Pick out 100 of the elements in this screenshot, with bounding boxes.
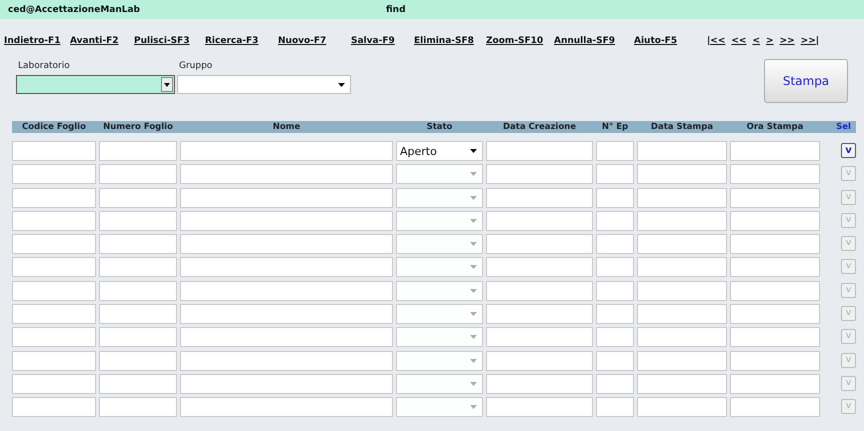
toolbar-link[interactable]: Pulisci-SF3 <box>134 36 205 46</box>
input-field[interactable] <box>180 234 393 254</box>
input-field[interactable] <box>730 374 820 394</box>
input-field[interactable] <box>730 210 820 231</box>
input-field[interactable] <box>12 164 96 184</box>
status-select[interactable] <box>396 374 483 394</box>
filter-select[interactable] <box>16 75 175 94</box>
toolbar-link[interactable]: Zoom-SF10 <box>486 36 554 46</box>
input-field[interactable] <box>596 210 634 231</box>
select-button[interactable]: v <box>841 143 856 158</box>
input-field[interactable] <box>99 280 177 301</box>
input-field[interactable] <box>180 210 393 231</box>
input-field[interactable] <box>12 257 96 278</box>
navigation-link[interactable]: >>| <box>800 36 820 46</box>
input-field[interactable] <box>12 397 96 418</box>
toolbar-link[interactable]: Indietro-F1 <box>4 36 70 46</box>
status-select[interactable] <box>396 304 483 324</box>
input-field[interactable] <box>180 141 393 161</box>
input-field[interactable] <box>730 141 820 161</box>
input-field[interactable] <box>486 280 593 301</box>
input-field[interactable] <box>12 350 96 371</box>
input-field[interactable] <box>180 374 393 394</box>
input-field[interactable] <box>180 397 393 418</box>
input-field[interactable] <box>730 257 820 278</box>
input-field[interactable] <box>486 164 593 184</box>
input-field[interactable] <box>12 188 96 208</box>
input-field[interactable] <box>730 280 820 301</box>
input-field[interactable] <box>596 397 634 418</box>
status-select[interactable] <box>396 210 483 231</box>
print-button[interactable]: Stampa <box>764 59 848 103</box>
input-field[interactable] <box>730 397 820 418</box>
input-field[interactable] <box>12 141 96 161</box>
input-field[interactable] <box>637 164 727 184</box>
status-select[interactable] <box>396 188 483 208</box>
input-field[interactable] <box>486 188 593 208</box>
input-field[interactable] <box>180 304 393 324</box>
status-select[interactable] <box>396 327 483 348</box>
input-field[interactable] <box>180 164 393 184</box>
toolbar-link[interactable]: Avanti-F2 <box>70 36 134 46</box>
navigation-link[interactable]: < <box>752 36 760 46</box>
status-select[interactable] <box>396 164 483 184</box>
input-field[interactable] <box>12 327 96 348</box>
input-field[interactable] <box>99 210 177 231</box>
input-field[interactable] <box>99 141 177 161</box>
toolbar-link[interactable]: Ricerca-F3 <box>205 36 278 46</box>
input-field[interactable] <box>730 350 820 371</box>
input-field[interactable] <box>12 304 96 324</box>
input-field[interactable] <box>596 280 634 301</box>
input-field[interactable] <box>486 350 593 371</box>
input-field[interactable] <box>486 304 593 324</box>
input-field[interactable] <box>637 210 727 231</box>
input-field[interactable] <box>180 257 393 278</box>
status-select[interactable]: Aperto <box>396 141 483 161</box>
input-field[interactable] <box>637 141 727 161</box>
input-field[interactable] <box>596 188 634 208</box>
input-field[interactable] <box>99 397 177 418</box>
input-field[interactable] <box>99 257 177 278</box>
input-field[interactable] <box>637 280 727 301</box>
toolbar-link[interactable]: Nuovo-F7 <box>278 36 351 46</box>
input-field[interactable] <box>637 350 727 371</box>
input-field[interactable] <box>486 327 593 348</box>
toolbar-link[interactable]: Elimina-SF8 <box>414 36 486 46</box>
navigation-link[interactable]: > <box>766 36 774 46</box>
input-field[interactable] <box>637 327 727 348</box>
input-field[interactable] <box>596 141 634 161</box>
input-field[interactable] <box>486 374 593 394</box>
input-field[interactable] <box>637 234 727 254</box>
input-field[interactable] <box>99 164 177 184</box>
input-field[interactable] <box>486 141 593 161</box>
input-field[interactable] <box>730 327 820 348</box>
input-field[interactable] <box>730 234 820 254</box>
input-field[interactable] <box>99 304 177 324</box>
navigation-link[interactable]: << <box>731 36 746 46</box>
toolbar-link[interactable]: Annulla-SF9 <box>554 36 634 46</box>
dropdown-button[interactable] <box>161 77 173 92</box>
input-field[interactable] <box>486 234 593 254</box>
input-field[interactable] <box>596 257 634 278</box>
status-select[interactable] <box>396 234 483 254</box>
status-select[interactable] <box>396 280 483 301</box>
navigation-link[interactable]: |<< <box>707 36 726 46</box>
status-select[interactable] <box>396 350 483 371</box>
input-field[interactable] <box>180 280 393 301</box>
input-field[interactable] <box>637 397 727 418</box>
status-select[interactable] <box>396 257 483 278</box>
input-field[interactable] <box>486 257 593 278</box>
status-select[interactable] <box>396 397 483 418</box>
input-field[interactable] <box>637 188 727 208</box>
navigation-link[interactable]: >> <box>780 36 795 46</box>
input-field[interactable] <box>486 210 593 231</box>
input-field[interactable] <box>180 327 393 348</box>
input-field[interactable] <box>12 280 96 301</box>
input-field[interactable] <box>180 350 393 371</box>
input-field[interactable] <box>637 304 727 324</box>
input-field[interactable] <box>12 374 96 394</box>
input-field[interactable] <box>180 188 393 208</box>
input-field[interactable] <box>596 164 634 184</box>
input-field[interactable] <box>12 210 96 231</box>
input-field[interactable] <box>730 164 820 184</box>
input-field[interactable] <box>596 350 634 371</box>
input-field[interactable] <box>99 188 177 208</box>
